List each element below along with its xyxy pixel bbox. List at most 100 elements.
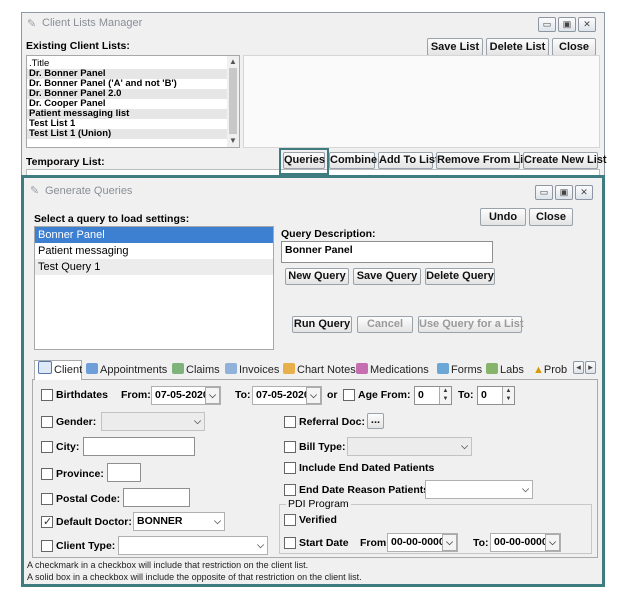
client-type-label: Client Type: — [56, 540, 116, 552]
province-field[interactable] — [107, 463, 141, 482]
list-item[interactable]: Test List 1 — [27, 119, 239, 129]
list-item[interactable]: Dr. Bonner Panel 2.0 — [27, 89, 239, 99]
spin-arrows-icon[interactable]: ▲ ▼ — [502, 387, 514, 404]
queries-button[interactable]: Queries — [283, 152, 325, 169]
birthdate-from-picker[interactable]: 07-05-2020 ⌵ — [151, 386, 221, 405]
undo-button[interactable]: Undo — [480, 208, 526, 226]
client-lists-manager-window: ✎ Client Lists Manager ▭ ▣ ✕ Existing Cl… — [21, 12, 607, 180]
city-checkbox[interactable] — [41, 441, 53, 453]
existing-lists-listbox[interactable]: .Title Dr. Bonner Panel Dr. Bonner Panel… — [26, 55, 240, 148]
tab-labs[interactable]: Labs — [486, 362, 524, 380]
tab-label: Labs — [500, 364, 524, 376]
birthdates-checkbox[interactable] — [41, 389, 53, 401]
bill-type-select[interactable]: ⌵ — [347, 437, 472, 456]
birthdate-to-picker[interactable]: 07-05-2020 ⌵ — [252, 386, 322, 405]
tab-label: Appointments — [100, 364, 168, 376]
remove-from-list-button[interactable]: Remove From List — [436, 152, 533, 169]
list-item[interactable]: Dr. Bonner Panel ('A' and not 'B') — [27, 79, 239, 89]
referral-doc-checkbox[interactable] — [284, 416, 296, 428]
run-query-button[interactable]: Run Query — [292, 316, 352, 333]
new-query-button[interactable]: New Query — [285, 268, 349, 285]
start-date-from-picker[interactable]: 00-00-0000 ⌵ — [387, 533, 458, 552]
chevron-down-icon[interactable]: ⌵ — [205, 387, 220, 404]
age-to-spinner[interactable]: 0 ▲ ▼ — [477, 386, 515, 405]
add-to-list-button[interactable]: Add To List — [378, 152, 439, 169]
list-item[interactable]: Patient messaging list — [27, 109, 239, 119]
age-from-spinner[interactable]: 0 ▲ ▼ — [414, 386, 452, 405]
close-window-button[interactable]: ✕ — [578, 17, 596, 32]
start-date-to-picker[interactable]: 00-00-0000 ⌵ — [490, 533, 561, 552]
close-window-button[interactable]: ✕ — [575, 185, 593, 200]
list-item[interactable]: Test List 1 (Union) — [27, 129, 239, 139]
end-date-reason-checkbox[interactable] — [284, 484, 296, 496]
list-item[interactable]: .Title — [27, 59, 239, 69]
vertical-scrollbar[interactable]: ▲ ▼ — [227, 56, 239, 147]
delete-list-button[interactable]: Delete List — [486, 38, 549, 56]
app-icon: ✎ — [30, 185, 40, 197]
chevron-down-icon[interactable]: ⌵ — [442, 534, 457, 551]
age-value: 0 — [481, 389, 487, 401]
tab-invoices[interactable]: Invoices — [225, 362, 279, 380]
tab-chart-notes[interactable]: Chart Notes — [283, 362, 356, 380]
spin-arrows-icon[interactable]: ▲ ▼ — [439, 387, 451, 404]
client-type-checkbox[interactable] — [41, 540, 53, 552]
save-list-button[interactable]: Save List — [427, 38, 483, 56]
notes-icon — [283, 363, 295, 374]
query-description-label: Query Description: — [281, 228, 376, 240]
verified-checkbox[interactable] — [284, 514, 296, 526]
tab-forms[interactable]: Forms — [437, 362, 482, 380]
cancel-button[interactable]: Cancel — [357, 316, 413, 333]
select-query-label: Select a query to load settings: — [34, 213, 190, 225]
chevron-down-icon: ⌵ — [194, 416, 201, 426]
postal-code-checkbox[interactable] — [41, 493, 53, 505]
close-button[interactable]: Close — [529, 208, 573, 226]
default-doctor-select[interactable]: BONNER ⌵ — [133, 512, 225, 531]
delete-query-button[interactable]: Delete Query — [425, 268, 495, 285]
gender-select[interactable]: ⌵ — [101, 412, 205, 431]
minimize-button[interactable]: ▭ — [538, 17, 556, 32]
tab-appointments[interactable]: Appointments — [86, 362, 167, 380]
age-checkbox[interactable] — [343, 389, 355, 401]
scroll-down-icon[interactable]: ▼ — [229, 136, 237, 145]
create-new-list-button[interactable]: Create New List — [523, 152, 607, 169]
doctor-value: BONNER — [137, 515, 183, 527]
tab-scroll-left-icon[interactable]: ◂ — [573, 361, 584, 374]
temporary-list-label: Temporary List: — [26, 156, 105, 168]
city-field[interactable] — [83, 437, 195, 456]
scroll-up-icon[interactable]: ▲ — [229, 57, 237, 66]
query-item[interactable]: Test Query 1 — [35, 259, 273, 275]
combine-button[interactable]: Combine — [329, 152, 377, 169]
tab-claims[interactable]: Claims — [172, 362, 220, 380]
list-item[interactable]: Dr. Bonner Panel — [27, 69, 239, 79]
province-checkbox[interactable] — [41, 468, 53, 480]
query-item[interactable]: Patient messaging — [35, 243, 273, 259]
maximize-button[interactable]: ▣ — [558, 17, 576, 32]
postal-code-field[interactable] — [123, 488, 190, 507]
query-description-field[interactable]: Bonner Panel — [281, 241, 493, 263]
maximize-button[interactable]: ▣ — [555, 185, 573, 200]
tab-scroll-right-icon[interactable]: ▸ — [585, 361, 596, 374]
end-date-reason-select[interactable]: ⌵ — [425, 480, 533, 499]
referral-doc-browse-button[interactable]: ... — [367, 413, 384, 429]
minimize-button[interactable]: ▭ — [535, 185, 553, 200]
tab-client[interactable]: Client — [34, 360, 82, 380]
chevron-down-icon[interactable]: ⌵ — [545, 534, 560, 551]
chevron-down-icon: ⌵ — [522, 484, 529, 494]
chevron-down-icon[interactable]: ⌵ — [306, 387, 321, 404]
close-button[interactable]: Close — [552, 38, 596, 56]
bill-type-checkbox[interactable] — [284, 441, 296, 453]
query-item[interactable]: Bonner Panel — [35, 227, 273, 243]
scroll-thumb[interactable] — [229, 68, 237, 134]
tab-medications[interactable]: Medications — [356, 362, 429, 380]
start-date-checkbox[interactable] — [284, 537, 296, 549]
tab-problems[interactable]: ▲Prob — [533, 362, 573, 380]
list-item[interactable]: Dr. Cooper Panel — [27, 99, 239, 109]
include-end-dated-checkbox[interactable] — [284, 462, 296, 474]
default-doctor-checkbox[interactable] — [41, 515, 53, 528]
client-type-select[interactable]: ⌵ — [118, 536, 268, 555]
gender-checkbox[interactable] — [41, 416, 53, 428]
use-query-for-list-button[interactable]: Use Query for a List — [418, 316, 524, 333]
tab-strip: Client Appointments Claims Invoices Char… — [32, 360, 598, 380]
query-listbox[interactable]: Bonner Panel Patient messaging Test Quer… — [34, 226, 274, 350]
save-query-button[interactable]: Save Query — [353, 268, 421, 285]
